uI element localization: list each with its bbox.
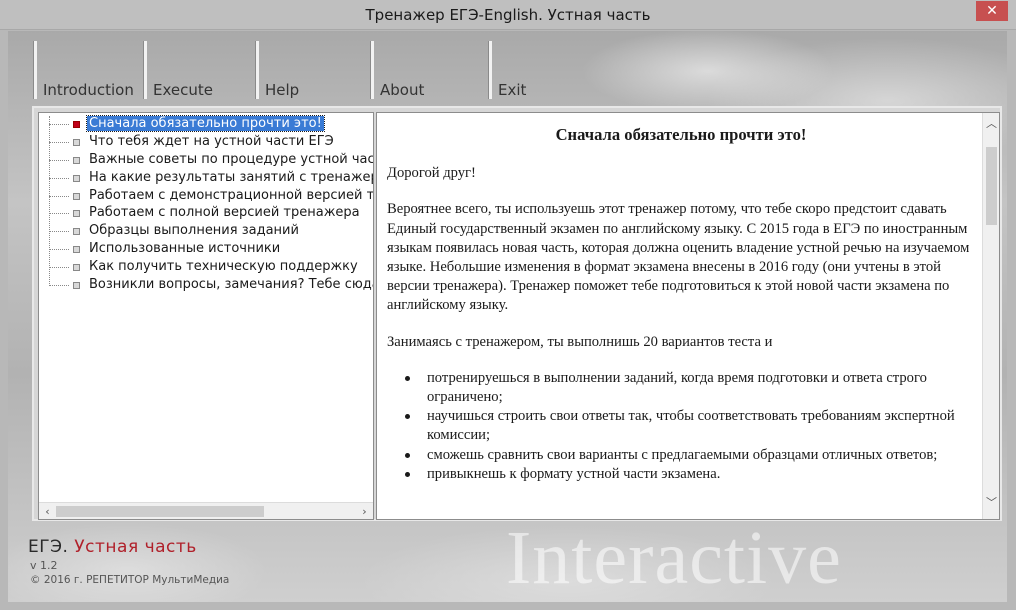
help-label: Help <box>265 81 300 99</box>
article-heading: Сначала обязательно прочти это! <box>555 125 807 144</box>
tree-item-label: Использованные источники <box>89 241 281 257</box>
execute-label: Execute <box>153 81 213 99</box>
tree-item-label: Сначала обязательно прочти это! <box>86 115 325 132</box>
tree-node-icon <box>73 210 80 218</box>
brand-prefix: ЕГЭ. <box>28 537 69 557</box>
introduction-button[interactable]: Introduction <box>34 41 144 99</box>
tree-item-demo-version[interactable]: Работаем с демонстрационной версией тре <box>39 187 374 206</box>
tree-branch-line <box>49 195 69 197</box>
article-paragraph-1: Вероятнее всего, ты используешь этот тре… <box>387 201 970 314</box>
list-item: сможешь сравнить свои варианты с предлаг… <box>405 446 975 465</box>
tree-node-icon <box>73 246 80 254</box>
tree-item-label: Что тебя ждет на устной части ЕГЭ <box>89 133 334 149</box>
list-item: привыкнешь к формату устной части экзаме… <box>405 465 975 484</box>
tree-branch-line <box>49 177 69 179</box>
introduction-label: Introduction <box>43 81 134 99</box>
article-paragraph-2: Занимаясь с тренажером, ты выполнишь 20 … <box>387 333 773 350</box>
window-title: Тренажер ЕГЭ-English. Устная часть <box>365 6 651 24</box>
tree-item-label: Важные советы по процедуре устной части <box>89 151 374 167</box>
tree-item-full-version[interactable]: Работаем с полной версией тренажера <box>39 205 373 223</box>
tree-node-icon <box>73 192 80 200</box>
tree-item-samples[interactable]: Образцы выполнения заданий <box>39 223 373 241</box>
tree-node-icon <box>73 264 80 272</box>
help-button[interactable]: Help <box>256 41 366 99</box>
interactive-watermark: Interactive <box>506 516 842 600</box>
tree-branch-line <box>49 267 69 269</box>
scroll-down-icon[interactable]: ﹀ <box>983 494 999 511</box>
list-item: научишься строить свои ответы так, чтобы… <box>405 407 975 445</box>
main-panel: Сначала обязательно прочти это! Что тебя… <box>32 106 1002 521</box>
tree-item-label: Работаем с полной версией тренажера <box>89 205 360 221</box>
client-area: Introduction Execute Help About Exit Сна… <box>8 31 1007 602</box>
exit-button[interactable]: Exit <box>489 41 599 99</box>
tree-node-icon <box>73 156 80 164</box>
tree-branch-line <box>49 285 69 287</box>
tree-branch-line <box>49 231 69 233</box>
brand-accent: Устная часть <box>74 537 197 557</box>
about-button[interactable]: About <box>371 41 481 99</box>
product-name: ЕГЭ. Устная часть <box>28 537 197 557</box>
tree-node-icon <box>73 138 80 146</box>
tree-node-icon <box>73 174 80 182</box>
tree-item-label: Как получить техническую поддержку <box>89 259 358 275</box>
tree-item-results[interactable]: На какие результаты занятий с тренажером <box>39 169 374 188</box>
version-label: v 1.2 <box>30 559 58 572</box>
benefits-list: потренируешься в выполнении заданий, ког… <box>405 369 975 484</box>
scroll-up-icon[interactable]: ︿ <box>983 115 999 132</box>
tree-branch-line <box>49 141 69 143</box>
app-window: Тренажер ЕГЭ-English. Устная часть ✕ Int… <box>0 0 1016 610</box>
article-greeting: Дорогой друг! <box>387 165 476 182</box>
close-button[interactable]: ✕ <box>976 1 1008 21</box>
topics-tree[interactable]: Сначала обязательно прочти это! Что тебя… <box>38 112 374 520</box>
tree-item-sources[interactable]: Использованные источники <box>39 241 373 259</box>
tree-item-support[interactable]: Как получить техническую поддержку <box>39 259 373 277</box>
title-bar: Тренажер ЕГЭ-English. Устная часть ✕ <box>0 0 1016 30</box>
tree-branch-line <box>49 124 69 125</box>
content-scroll-thumb[interactable] <box>986 147 997 225</box>
exit-label: Exit <box>498 81 527 99</box>
scroll-right-icon[interactable]: › <box>356 503 373 519</box>
content-pane[interactable]: Сначала обязательно прочти это! Дорогой … <box>376 112 1000 520</box>
tree-branch-line <box>49 249 69 251</box>
copyright-notice: © 2016 г. РЕПЕТИТОР МультиМедиа <box>30 574 230 586</box>
tree-item-label: На какие результаты занятий с тренажером <box>89 169 374 185</box>
tree-horizontal-scrollbar[interactable]: ‹ › <box>39 502 373 519</box>
tree-item-label: Работаем с демонстрационной версией тре <box>89 187 374 203</box>
tree-branch-line <box>49 159 69 161</box>
tree-list: Сначала обязательно прочти это! Что тебя… <box>39 115 374 295</box>
list-item: потренируешься в выполнении заданий, ког… <box>405 369 975 407</box>
tree-scroll-thumb[interactable] <box>56 506 264 517</box>
scroll-left-icon[interactable]: ‹ <box>39 503 56 519</box>
tree-node-icon <box>73 121 80 128</box>
tree-item-procedure-tips[interactable]: Важные советы по процедуре устной части <box>39 151 374 170</box>
tree-node-icon <box>73 282 80 290</box>
article: Сначала обязательно прочти это! Дорогой … <box>387 125 975 484</box>
tree-item-oral-part[interactable]: Что тебя ждет на устной части ЕГЭ <box>39 133 373 152</box>
tree-item-label: Возникли вопросы, замечания? Тебе сюда! <box>89 277 374 293</box>
execute-button[interactable]: Execute <box>144 41 254 99</box>
tree-node-icon <box>73 228 80 236</box>
tree-item-label: Образцы выполнения заданий <box>89 223 299 239</box>
content-vertical-scrollbar[interactable]: ︿ ﹀ <box>982 113 999 519</box>
tree-item-read-first[interactable]: Сначала обязательно прочти это! <box>39 115 373 134</box>
about-label: About <box>380 81 425 99</box>
tree-item-feedback[interactable]: Возникли вопросы, замечания? Тебе сюда! <box>39 277 374 295</box>
tree-branch-line <box>49 213 69 215</box>
